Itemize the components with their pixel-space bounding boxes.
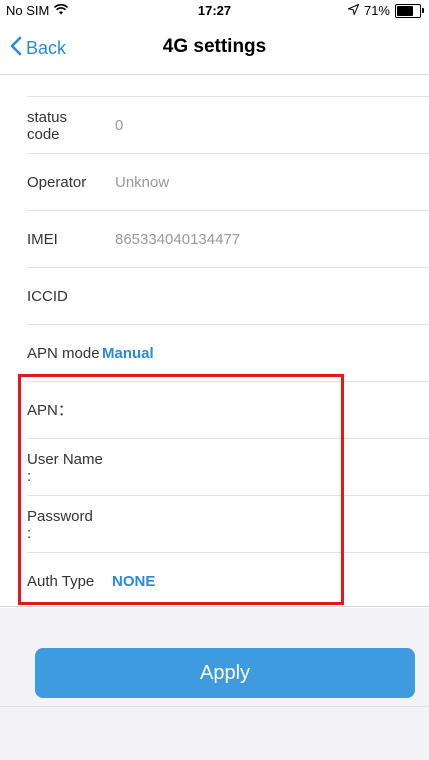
user-name-label-line1: User Name <box>27 450 103 468</box>
battery-percent: 71% <box>363 3 390 18</box>
page-title: 4G settings <box>162 36 267 57</box>
clipped-row <box>0 75 429 97</box>
auth-type-label: Auth Type <box>27 573 95 590</box>
apn-mode-row: APN mode Manual <box>0 325 429 382</box>
user-name-input[interactable] <box>115 449 409 486</box>
status-bar-right: 71% <box>346 3 424 18</box>
list-bottom-divider <box>0 606 429 607</box>
status-code-label-line1: status <box>27 108 68 126</box>
footer-divider <box>0 706 429 707</box>
apn-mode-label: APN mode <box>27 345 100 362</box>
auth-type-row: Auth Type NONE <box>0 553 429 608</box>
status-code-label: status code <box>27 109 67 143</box>
imei-row: IMEI 865334040134477 <box>0 211 429 268</box>
user-name-label-line2: : <box>27 467 32 485</box>
iccid-label: ICCID <box>27 288 68 305</box>
operator-row: Operator Unknow <box>0 154 429 211</box>
apn-label: APN： <box>27 402 73 419</box>
location-arrow-icon <box>346 3 360 18</box>
battery-level <box>397 5 413 16</box>
status-code-value: 0 <box>115 117 124 134</box>
status-code-label-line2: code <box>27 125 60 143</box>
status-code-row: status code 0 <box>0 97 429 154</box>
user-name-row: User Name : <box>0 439 429 496</box>
password-row: Password : <box>0 496 429 553</box>
battery-icon <box>395 3 424 18</box>
operator-value: Unknow <box>115 174 170 191</box>
password-input[interactable] <box>115 506 409 543</box>
imei-label: IMEI <box>27 231 58 248</box>
iccid-row: ICCID <box>0 268 429 325</box>
operator-label: Operator <box>27 174 87 191</box>
password-label-line1: Password <box>27 507 93 525</box>
settings-list: status code 0 Operator Unknow IMEI 86533… <box>0 75 429 608</box>
apn-input[interactable] <box>115 392 409 429</box>
auth-type-selector[interactable]: NONE <box>112 573 155 590</box>
apn-row: APN： <box>0 382 429 439</box>
password-label: Password : <box>27 508 93 542</box>
user-name-label: User Name : <box>27 451 103 485</box>
password-label-line2: : <box>27 524 32 542</box>
apply-button[interactable]: Apply <box>35 648 415 698</box>
imei-value: 865334040134477 <box>115 231 241 248</box>
status-bar: No SIM 17:27 71% <box>0 0 429 22</box>
apn-mode-selector[interactable]: Manual <box>102 345 154 362</box>
navigation-bar: Back 4G settings <box>0 22 429 75</box>
